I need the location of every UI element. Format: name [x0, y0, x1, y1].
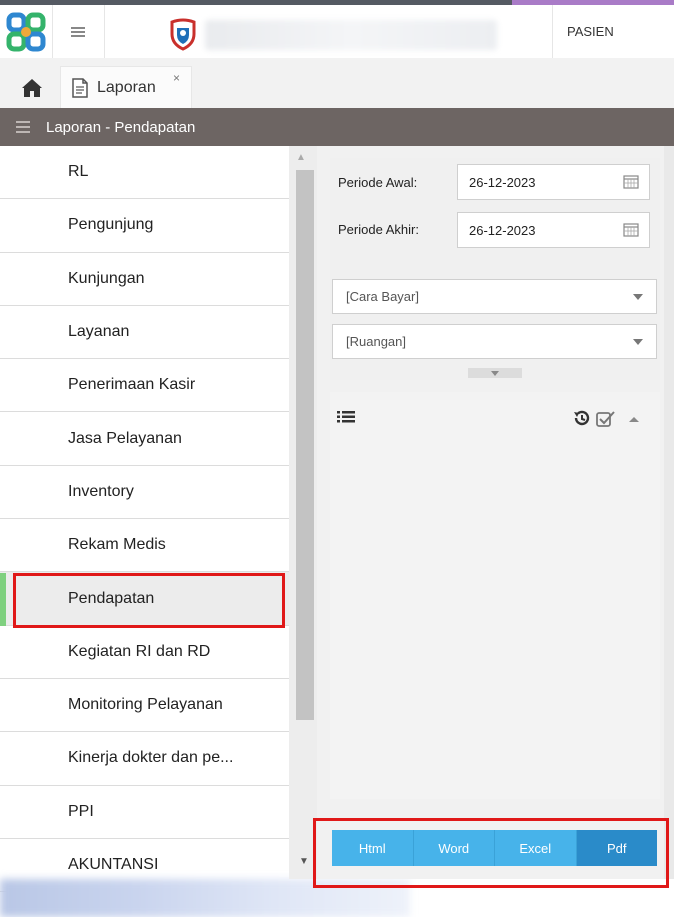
page-header: Laporan - Pendapatan: [0, 108, 674, 146]
sidebar-item-monitoring-pelayanan[interactable]: Monitoring Pelayanan: [0, 678, 289, 733]
app-logo[interactable]: [0, 5, 53, 58]
scrollbar-thumb[interactable]: [296, 170, 314, 720]
ruangan-value: [Ruangan]: [346, 334, 406, 349]
sidebar-item-label: Kunjungan: [68, 269, 145, 287]
sidebar-item-kegiatan-ri-dan-rd[interactable]: Kegiatan RI dan RD: [0, 625, 289, 679]
scroll-down-arrow-icon[interactable]: ▼: [299, 856, 309, 867]
active-indicator: [0, 573, 6, 626]
sidebar-item-label: Penerimaan Kasir: [68, 376, 196, 394]
history-icon[interactable]: [572, 409, 592, 427]
hamburger-icon[interactable]: [16, 118, 30, 136]
sidebar-item-label: Pengunjung: [68, 216, 154, 234]
caret-down-icon: [491, 370, 499, 376]
hamburger-icon: [71, 26, 85, 37]
tab-close-button[interactable]: ×: [173, 71, 180, 85]
sidebar-item-ppi[interactable]: PPI: [0, 785, 289, 839]
report-menu-list: RL Pengunjung Kunjungan Layanan Penerimaan K…: [0, 146, 289, 893]
page-title: Laporan - Pendapatan: [46, 118, 196, 136]
panel-edge: [664, 146, 674, 879]
sidebar-item-label: Inventory: [68, 482, 134, 500]
menu-toggle-button[interactable]: [52, 5, 105, 58]
home-tab[interactable]: [10, 68, 54, 108]
cara-bayar-value: [Cara Bayar]: [346, 289, 419, 304]
periode-akhir-input[interactable]: 26-12-2023: [457, 212, 650, 248]
hospital-shield-logo-icon: [170, 18, 196, 51]
periode-awal-label: Periode Awal:: [338, 175, 418, 190]
caret-up-icon[interactable]: [628, 415, 640, 423]
tricolor-knot-logo-icon: [6, 12, 46, 52]
sidebar-item-kinerja-dokter-dan-pe[interactable]: Kinerja dokter dan pe...: [0, 732, 289, 786]
sidebar-item-label: Kegiatan RI dan RD: [68, 642, 211, 660]
sidebar-item-kunjungan[interactable]: Kunjungan: [0, 252, 289, 306]
home-icon: [22, 79, 42, 97]
tab-laporan-label: Laporan: [97, 78, 156, 96]
sidebar-item-label: RL: [68, 163, 89, 181]
sidebar-item-inventory[interactable]: Inventory: [0, 465, 289, 520]
periode-awal-input[interactable]: 26-12-2023: [457, 164, 650, 200]
document-icon: [72, 77, 88, 98]
cara-bayar-select[interactable]: [Cara Bayar]: [332, 279, 657, 314]
periode-akhir-value: 26-12-2023: [469, 222, 536, 238]
sidebar-item-rl[interactable]: RL: [0, 146, 289, 200]
scroll-up-arrow-icon[interactable]: ▲: [296, 152, 306, 163]
sidebar-item-rekam-medis[interactable]: Rekam Medis: [0, 519, 289, 573]
sidebar-item-label: Monitoring Pelayanan: [68, 696, 223, 714]
ruangan-select[interactable]: [Ruangan]: [332, 324, 657, 359]
highlight-box-pendapatan: [13, 573, 285, 628]
periode-akhir-label: Periode Akhir:: [338, 222, 419, 237]
calendar-icon[interactable]: [623, 174, 639, 189]
user-menu[interactable]: PASIEN: [552, 5, 674, 58]
sidebar-item-label: PPI: [68, 802, 94, 820]
chevron-down-icon: [633, 339, 643, 345]
list-icon[interactable]: [337, 410, 355, 424]
sidebar-item-label: Layanan: [68, 323, 130, 341]
sidebar-item-pengunjung[interactable]: Pengunjung: [0, 199, 289, 253]
sidebar-item-label: Rekam Medis: [68, 536, 166, 554]
filter-collapse-toggle[interactable]: [468, 368, 522, 378]
sidebar-item-label: AKUNTANSI: [68, 856, 159, 873]
chevron-down-icon: [633, 294, 643, 300]
report-result-area: [330, 392, 660, 799]
sidebar-item-label: Kinerja dokter dan pe...: [68, 749, 234, 767]
sidebar-item-layanan[interactable]: Layanan: [0, 305, 289, 360]
calendar-icon[interactable]: [623, 222, 639, 237]
periode-awal-value: 26-12-2023: [469, 174, 536, 190]
sidebar-item-label: Jasa Pelayanan: [68, 429, 182, 447]
sidebar-item-jasa-pelayanan[interactable]: Jasa Pelayanan: [0, 412, 289, 466]
highlight-box-export: [313, 818, 669, 888]
hospital-name-redacted: [205, 20, 497, 50]
sidebar-item-penerimaan-kasir[interactable]: Penerimaan Kasir: [0, 359, 289, 413]
checkbox-check-icon[interactable]: [596, 410, 616, 427]
user-menu-label: PASIEN: [567, 24, 614, 39]
